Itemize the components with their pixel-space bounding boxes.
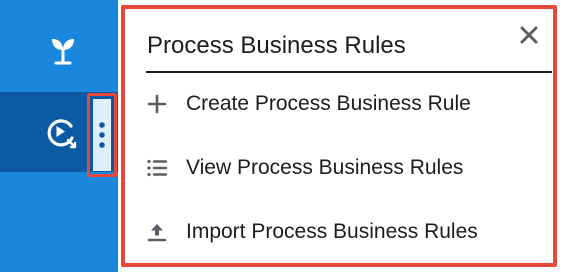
popup-title: Process Business Rules [147, 32, 406, 59]
plus-icon [147, 94, 167, 114]
process-play-icon [47, 119, 77, 149]
menu-item-label: Create Process Business Rule [186, 92, 471, 115]
close-icon[interactable] [517, 23, 541, 47]
menu-item-view-process-business-rules[interactable]: View Process Business Rules [146, 148, 546, 188]
popup-divider [146, 71, 552, 73]
list-icon [147, 159, 168, 177]
sidebar-item-business-rules[interactable] [0, 0, 118, 92]
process-business-rules-popup: Process Business Rules Create Process Bu… [121, 5, 557, 267]
menu-item-label: Import Process Business Rules [186, 220, 478, 243]
upload-icon [147, 224, 167, 242]
kebab-menu-button[interactable] [87, 93, 117, 177]
sprout-icon [52, 39, 74, 65]
menu-item-import-process-business-rules[interactable]: Import Process Business Rules [146, 212, 546, 252]
menu-item-label: View Process Business Rules [186, 156, 464, 179]
menu-item-create-process-business-rule[interactable]: Create Process Business Rule [146, 84, 546, 124]
kebab-icon [99, 122, 105, 148]
